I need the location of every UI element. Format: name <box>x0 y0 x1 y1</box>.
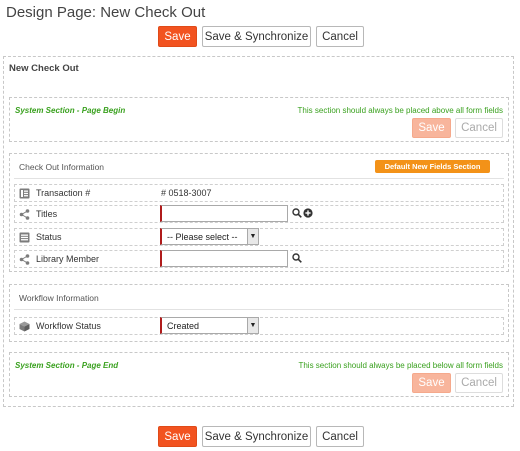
add-icon[interactable] <box>303 208 313 218</box>
cancel-button-page-begin[interactable]: Cancel <box>455 118 503 138</box>
titles-input[interactable] <box>160 205 288 222</box>
dropdown-arrow-icon[interactable]: ▼ <box>247 318 258 333</box>
field-label-transaction: Transaction # <box>36 188 91 198</box>
save-synchronize-button-bottom[interactable]: Save & Synchronize <box>202 426 311 447</box>
system-section-end-note: This section should always be placed bel… <box>298 361 503 370</box>
field-label-library-member: Library Member <box>36 254 100 264</box>
list-icon <box>19 188 30 199</box>
section-title-workflow: Workflow Information <box>19 293 99 303</box>
share-icon <box>19 254 30 265</box>
workflow-status-select[interactable]: Created ▼ <box>160 317 259 334</box>
library-member-input[interactable] <box>160 250 288 267</box>
status-select-value: -- Please select -- <box>167 231 238 242</box>
cancel-button-page-end[interactable]: Cancel <box>455 373 503 393</box>
system-section-begin-label: System Section - Page Begin <box>15 106 126 115</box>
field-label-workflow-status: Workflow Status <box>36 321 101 331</box>
page-title: Design Page: New Check Out <box>6 4 206 21</box>
save-button-page-end[interactable]: Save <box>412 373 451 393</box>
section-divider <box>14 178 504 179</box>
field-label-status: Status <box>36 232 62 242</box>
save-button-top[interactable]: Save <box>158 26 197 47</box>
form-title: New Check Out <box>9 63 79 74</box>
section-divider <box>14 309 504 310</box>
section-title-check-out: Check Out Information <box>19 162 105 172</box>
share-icon <box>19 209 30 220</box>
status-select[interactable]: -- Please select -- ▼ <box>160 228 259 245</box>
field-label-titles: Titles <box>36 209 58 219</box>
system-section-begin-note: This section should always be placed abo… <box>297 106 503 115</box>
save-button-page-begin[interactable]: Save <box>412 118 451 138</box>
cube-icon <box>19 321 30 332</box>
field-value-transaction: # 0518-3007 <box>161 188 212 198</box>
system-section-end-label: System Section - Page End <box>15 361 119 370</box>
save-synchronize-button-top[interactable]: Save & Synchronize <box>202 26 311 47</box>
save-button-bottom[interactable]: Save <box>158 426 197 447</box>
workflow-status-select-value: Created <box>167 320 200 331</box>
field-row-status[interactable]: Status <box>14 228 504 246</box>
search-icon[interactable] <box>292 253 302 263</box>
field-row-workflow-status[interactable]: Workflow Status <box>14 317 504 335</box>
list-lines-icon <box>19 232 30 243</box>
cancel-button-top[interactable]: Cancel <box>316 26 364 47</box>
field-row-transaction[interactable]: Transaction # # 0518-3007 <box>14 184 504 202</box>
cancel-button-bottom[interactable]: Cancel <box>316 426 364 447</box>
default-new-fields-badge: Default New Fields Section <box>375 160 490 173</box>
dropdown-arrow-icon[interactable]: ▼ <box>247 229 258 244</box>
search-icon[interactable] <box>292 208 302 218</box>
